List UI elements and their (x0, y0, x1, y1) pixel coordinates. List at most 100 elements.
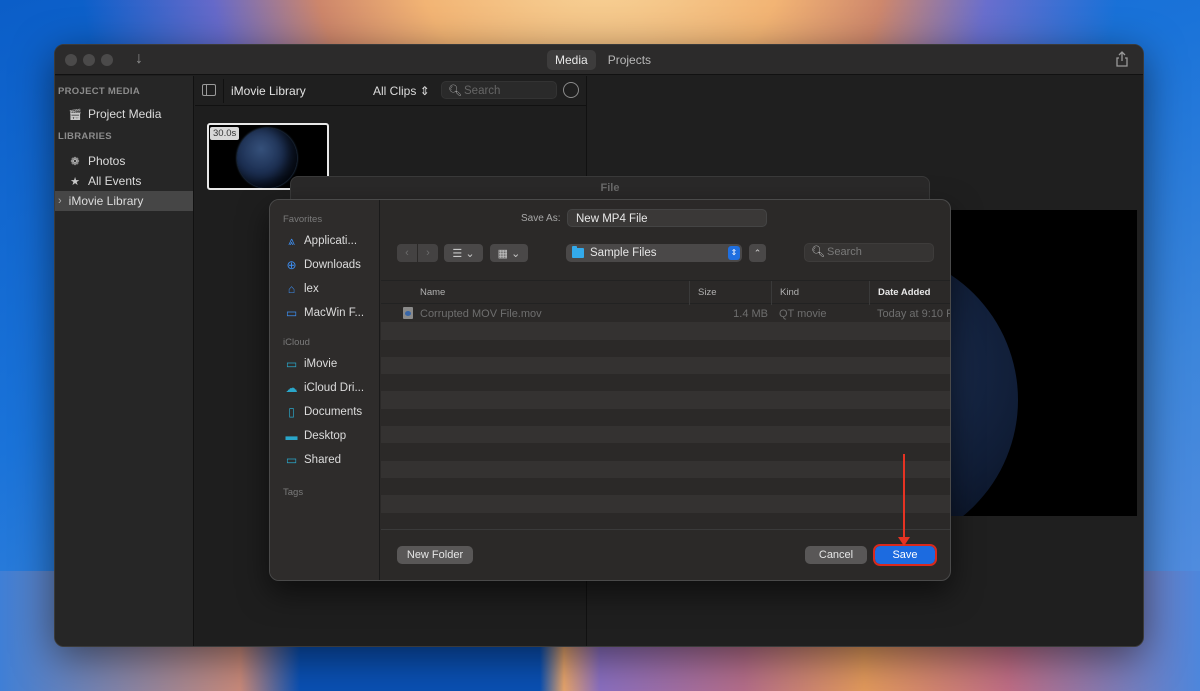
divider (223, 79, 224, 103)
save-button[interactable]: Save (873, 544, 937, 566)
zoom-button[interactable] (101, 54, 113, 66)
dialog-main: Save As: New MP4 File ‹ › ☰ ⌄ ▦ ⌄ Sample… (381, 200, 950, 580)
tags-header: Tags (283, 487, 304, 498)
movie-file-icon (403, 307, 413, 319)
empty-row (381, 443, 950, 461)
clip-filter-label: All Clips (373, 84, 417, 98)
sidebar-item-label: Photos (88, 154, 126, 168)
folder-icon (572, 246, 584, 258)
close-button[interactable] (65, 54, 77, 66)
sidebar-item-icloud-drive[interactable]: ☁︎ iCloud Dri... (270, 376, 379, 400)
home-icon: ⌂ (287, 282, 296, 296)
sidebar-item-photos[interactable]: ❁ Photos (55, 151, 193, 171)
sidebar-item-label: iCloud Dri... (304, 382, 365, 394)
search-placeholder: Search (464, 85, 501, 97)
sidebar-item-imovie-library[interactable]: › iMovie Library (55, 191, 193, 211)
share-icon[interactable] (1115, 51, 1129, 67)
table-row[interactable]: Corrupted MOV File.mov 1.4 MB QT movie T… (381, 305, 951, 323)
file-kind: QT movie (779, 308, 827, 320)
cloud-icon: ☁︎ (285, 381, 298, 395)
favorites-header: Favorites (283, 214, 323, 225)
libraries-sidebar: PROJECT MEDIA 🎬︎ Project Media LIBRARIES… (55, 76, 194, 646)
earth-image (948, 250, 1018, 516)
applications-icon: ⩓ (288, 233, 295, 248)
sidebar-item-label: Shared (304, 454, 342, 466)
sidebar-item-label: Desktop (304, 430, 347, 442)
list-icon: ☰ ⌄ (452, 247, 475, 260)
sidebar-item-applications[interactable]: ⩓ Applicati... (270, 229, 379, 253)
sidebar-item-imovie[interactable]: ▭ iMovie (270, 352, 379, 376)
title-bar: ↓ Media Projects (55, 45, 1143, 75)
earth-image (237, 128, 297, 188)
libraries-header: LIBRARIES (58, 131, 112, 142)
chevron-up-icon: ⌃ (753, 248, 762, 258)
dialog-search-input[interactable]: 🔍︎ Search (804, 243, 934, 262)
forward-button[interactable]: › (418, 244, 438, 262)
group-mode-dropdown[interactable]: ▦ ⌄ (490, 244, 528, 262)
minimize-button[interactable] (83, 54, 95, 66)
tab-projects[interactable]: Projects (600, 50, 659, 70)
sidebar-item-desktop[interactable]: ▬ Desktop (270, 424, 379, 448)
column-date-added[interactable]: Date Added (869, 281, 930, 305)
save-as-label: Save As: (521, 213, 561, 224)
sidebar-item-label: iMovie Library (68, 194, 144, 208)
sidebar-item-home[interactable]: ⌂ lex (270, 277, 379, 301)
shared-folder-icon: ▭ (285, 453, 298, 467)
column-kind[interactable]: Kind (771, 281, 799, 305)
column-name[interactable]: Name (412, 281, 445, 305)
icloud-header: iCloud (283, 337, 310, 348)
search-icon: 🔍︎ (448, 85, 462, 97)
chevron-right-icon: › (426, 247, 430, 259)
view-mode-dropdown[interactable]: ☰ ⌄ (444, 244, 483, 262)
chevron-left-icon: ‹ (405, 247, 409, 259)
grid-icon: ▦ ⌄ (497, 247, 521, 260)
column-size[interactable]: Size (689, 281, 716, 305)
location-label: Sample Files (590, 247, 657, 259)
sidebar-item-shared[interactable]: ▭ Shared (270, 448, 379, 472)
updown-chevron-icon: ⇕ (419, 84, 430, 98)
sidebar-item-documents[interactable]: ▯ Documents (270, 400, 379, 424)
media-search-input[interactable]: 🔍︎ Search (441, 81, 557, 99)
tab-media[interactable]: Media (547, 50, 596, 70)
browser-toolbar: iMovie Library All Clips ⇕ 🔍︎ Search (195, 76, 586, 106)
sidebar-item-project-media[interactable]: 🎬︎ Project Media (55, 104, 193, 124)
settings-gear-icon[interactable] (563, 82, 579, 98)
document-icon: ▯ (288, 405, 295, 419)
sidebar-item-label: All Events (88, 174, 142, 188)
annotation-arrow (903, 454, 905, 539)
folder-icon: ▭ (285, 306, 298, 320)
sidebar-item-label: Applicati... (304, 235, 358, 247)
save-as-input[interactable]: New MP4 File (567, 209, 767, 227)
save-dialog: Favorites ⩓ Applicati... ⊕ Downloads ⌂ lex … (269, 199, 951, 581)
file-list-header: Name Size Kind Date Added (381, 280, 950, 305)
sidebar-item-macwin-folder[interactable]: ▭ MacWin F... (270, 301, 379, 325)
empty-row (381, 426, 950, 444)
empty-row (381, 408, 950, 427)
search-icon: 🔍︎ (811, 246, 825, 258)
project-media-header: PROJECT MEDIA (58, 86, 141, 97)
sidebar-item-label: Documents (304, 406, 363, 418)
empty-row (381, 339, 950, 357)
clip-duration-badge: 30.0s (210, 127, 240, 140)
folder-icon: ▭ (285, 357, 298, 371)
media-projects-toggle: Media Projects (547, 50, 659, 70)
empty-row (381, 374, 950, 392)
cancel-button[interactable]: Cancel (805, 546, 867, 564)
photos-icon: ❁ (70, 155, 80, 168)
clip-filter-dropdown[interactable]: All Clips ⇕ (373, 84, 430, 98)
empty-row (381, 495, 950, 513)
file-date-added: Today at 9:10 P (877, 308, 951, 320)
library-title: iMovie Library (231, 84, 306, 98)
file-list: Corrupted MOV File.mov 1.4 MB QT movie T… (381, 305, 951, 530)
sidebar-item-downloads[interactable]: ⊕ Downloads (270, 253, 379, 277)
sidebar-item-all-events[interactable]: ★ All Events (55, 171, 193, 191)
import-icon[interactable]: ↓ (135, 50, 143, 68)
sidebar-toggle-icon[interactable] (202, 84, 216, 96)
sidebar-item-label: lex (304, 283, 319, 295)
location-popup[interactable]: Sample Files ⇕ (566, 244, 742, 262)
back-button[interactable]: ‹ (397, 244, 417, 262)
sidebar-item-label: MacWin F... (304, 307, 365, 319)
disclosure-chevron-icon[interactable]: › (58, 195, 62, 207)
collapse-button[interactable]: ⌃ (749, 244, 766, 262)
new-folder-button[interactable]: New Folder (397, 546, 473, 564)
